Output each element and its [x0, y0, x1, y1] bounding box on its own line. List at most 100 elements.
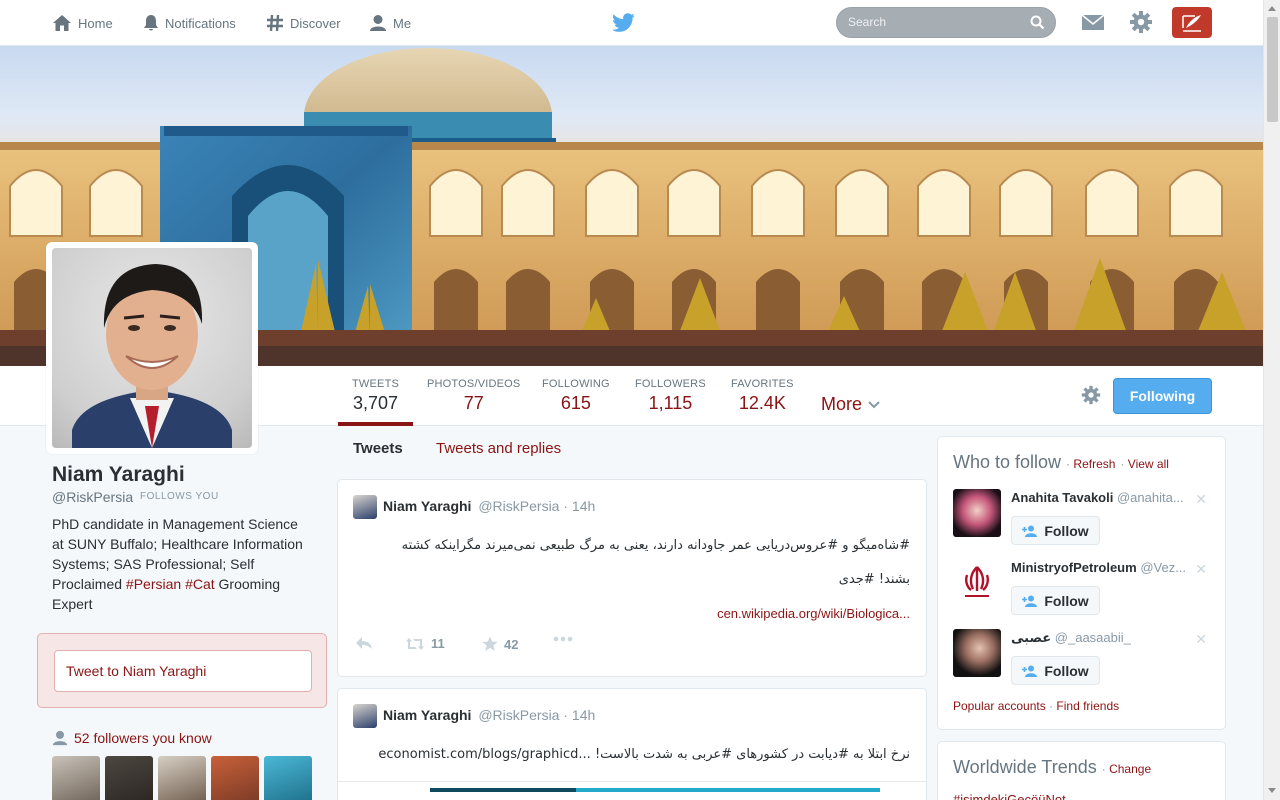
stat-tweets[interactable]: TWEETS 3,707 [337, 378, 414, 426]
hashtag-cat-link[interactable]: #Cat [185, 576, 215, 592]
nav-discover-label: Discover [290, 15, 341, 31]
tweet-author-handle[interactable]: @RiskPersia [478, 498, 559, 514]
tweet-author-avatar[interactable] [353, 495, 377, 519]
tweet-actions: 11 42 [355, 636, 655, 656]
scrollbar-thumb[interactable] [1267, 17, 1278, 122]
dismiss-icon[interactable]: ✕ [1195, 491, 1207, 508]
nav-discover[interactable]: Discover [266, 0, 341, 46]
follower-avatar[interactable] [211, 756, 259, 800]
reply-icon [356, 637, 372, 649]
search-icon[interactable] [1030, 15, 1045, 30]
page-scrollbar[interactable] [1263, 0, 1280, 800]
hashtag-persian-link[interactable]: #Persian [126, 576, 181, 592]
stat-tweets-label: TWEETS [352, 378, 400, 390]
tweet-link[interactable]: cen.wikipedia.org/wiki/Biologica... [717, 606, 910, 621]
follower-avatar[interactable] [264, 756, 312, 800]
suggested-user-name[interactable]: MinistryofPetroleum @Vez... [1011, 560, 1191, 575]
favorite-button[interactable]: 42 [482, 636, 518, 652]
stat-favorites-value: 12.4K [738, 393, 786, 413]
who-to-follow-footer: Popular accounts · Find friends [953, 699, 1120, 713]
dismiss-icon[interactable]: ✕ [1195, 631, 1207, 648]
stat-following-label: FOLLOWING [542, 378, 610, 390]
bio-line: PhD candidate in Management Science [52, 516, 298, 532]
followers-you-know-link[interactable]: 52 followers you know [52, 730, 212, 746]
follower-avatar[interactable] [105, 756, 153, 800]
suggested-user[interactable]: MinistryofPetroleum @Vez... ✕ Follow [953, 559, 1213, 619]
tweet-card[interactable]: Niam Yaraghi @RiskPersia · 14h نرخ ابتلا… [337, 688, 927, 800]
follow-button[interactable]: Follow [1011, 516, 1100, 545]
stat-photos-videos[interactable]: PHOTOS/VIDEOS 77 [427, 378, 520, 414]
suggested-user-avatar[interactable] [953, 629, 1001, 677]
refresh-link[interactable]: Refresh [1073, 457, 1115, 471]
tweet-author-handle[interactable]: @RiskPersia [478, 707, 559, 723]
suggested-user-name[interactable]: Anahita Tavakoli @anahita... [1011, 490, 1191, 505]
more-options-button[interactable] [553, 636, 573, 642]
media-chart-bar [430, 788, 576, 792]
tab-tweets-and-replies[interactable]: Tweets and replies [436, 440, 561, 457]
stat-tweets-value: 3,707 [353, 393, 399, 413]
stat-following-value: 615 [560, 393, 591, 413]
more-dropdown[interactable]: More [821, 394, 880, 415]
nav-notifications[interactable]: Notifications [143, 0, 236, 46]
find-friends-link[interactable]: Find friends [1056, 699, 1119, 713]
suggested-user-avatar[interactable] [953, 489, 1001, 537]
follow-person-plus-icon [1022, 595, 1038, 607]
scroll-up-arrow-icon[interactable] [1268, 6, 1276, 11]
tweet-to-box: Tweet to Niam Yaraghi [37, 633, 327, 708]
who-to-follow-header: Who to follow · Refresh · View all [953, 452, 1169, 472]
tweet-author-avatar[interactable] [353, 704, 377, 728]
profile-avatar[interactable] [46, 242, 258, 454]
suggested-user[interactable]: Anahita Tavakoli @anahita... ✕ Follow [953, 489, 1213, 549]
user-actions-gear-icon[interactable] [1081, 385, 1101, 405]
tweet-timestamp[interactable]: · 14h [563, 498, 595, 514]
follower-avatar[interactable] [158, 756, 206, 800]
follower-avatar[interactable] [52, 756, 100, 800]
follow-button[interactable]: Follow [1011, 586, 1100, 615]
stat-following[interactable]: FOLLOWING 615 [542, 378, 610, 414]
dismiss-icon[interactable]: ✕ [1195, 561, 1207, 578]
suggested-user[interactable]: عصبی @_aasaabii_ ✕ Follow [953, 629, 1213, 689]
avatar-photo [52, 248, 252, 448]
tab-tweets[interactable]: Tweets [353, 440, 403, 457]
tweet-author-name[interactable]: Niam Yaraghi [383, 498, 471, 514]
tweet-author-name[interactable]: Niam Yaraghi [383, 707, 471, 723]
settings-gear-icon[interactable] [1129, 10, 1153, 34]
tweet-text-line: نرخ ابتلا به #دیابت در کشورهای #عربی به … [378, 747, 910, 762]
suggested-user-avatar[interactable] [953, 559, 1001, 607]
following-button[interactable]: Following [1113, 378, 1212, 414]
tweet-timestamp[interactable]: · 14h [563, 707, 595, 723]
compose-tweet-button[interactable] [1172, 7, 1212, 38]
tweet-header: Niam Yaraghi @RiskPersia · 14h [383, 498, 595, 514]
retweet-button[interactable]: 11 [405, 636, 445, 651]
search-input[interactable] [848, 15, 1018, 29]
stat-favorites[interactable]: FAVORITES 12.4K [731, 378, 794, 414]
popular-accounts-link[interactable]: Popular accounts [953, 699, 1046, 713]
who-to-follow-title: Who to follow [953, 452, 1062, 472]
stat-photos-value: 77 [463, 393, 484, 413]
reply-button[interactable] [355, 636, 373, 650]
nav-me[interactable]: Me [369, 0, 411, 46]
bell-icon [144, 15, 158, 31]
nav-home[interactable]: Home [52, 0, 113, 46]
stat-followers[interactable]: FOLLOWERS 1,115 [635, 378, 706, 414]
twitter-bird-icon[interactable] [612, 12, 636, 34]
tweet-to-input[interactable]: Tweet to Niam Yaraghi [54, 650, 312, 692]
bio-line: at SUNY Buffalo; Healthcare Information [52, 536, 303, 552]
search-box[interactable] [836, 7, 1056, 38]
follow-button[interactable]: Follow [1011, 656, 1100, 685]
suggested-user-name[interactable]: عصبی @_aasaabii_ [1011, 630, 1191, 646]
tweet-media-preview[interactable] [338, 781, 926, 800]
profile-handle[interactable]: @RiskPersia [52, 489, 133, 505]
retweet-icon [406, 637, 424, 650]
scroll-down-arrow-icon[interactable] [1268, 788, 1276, 793]
profile-name[interactable]: Niam Yaraghi [52, 463, 185, 487]
nav-me-label: Me [393, 15, 412, 31]
tweet-card[interactable]: Niam Yaraghi @RiskPersia · 14h #شاه‌میگو… [337, 479, 927, 677]
more-label: More [821, 394, 863, 414]
hashtag-icon [267, 14, 283, 32]
view-all-link[interactable]: View all [1128, 457, 1169, 471]
trend-item[interactable]: #isimdekiGecöüNot [953, 792, 1066, 800]
direct-messages-icon[interactable] [1081, 12, 1105, 32]
star-icon [482, 636, 498, 651]
change-trends-link[interactable]: Change [1109, 762, 1151, 776]
